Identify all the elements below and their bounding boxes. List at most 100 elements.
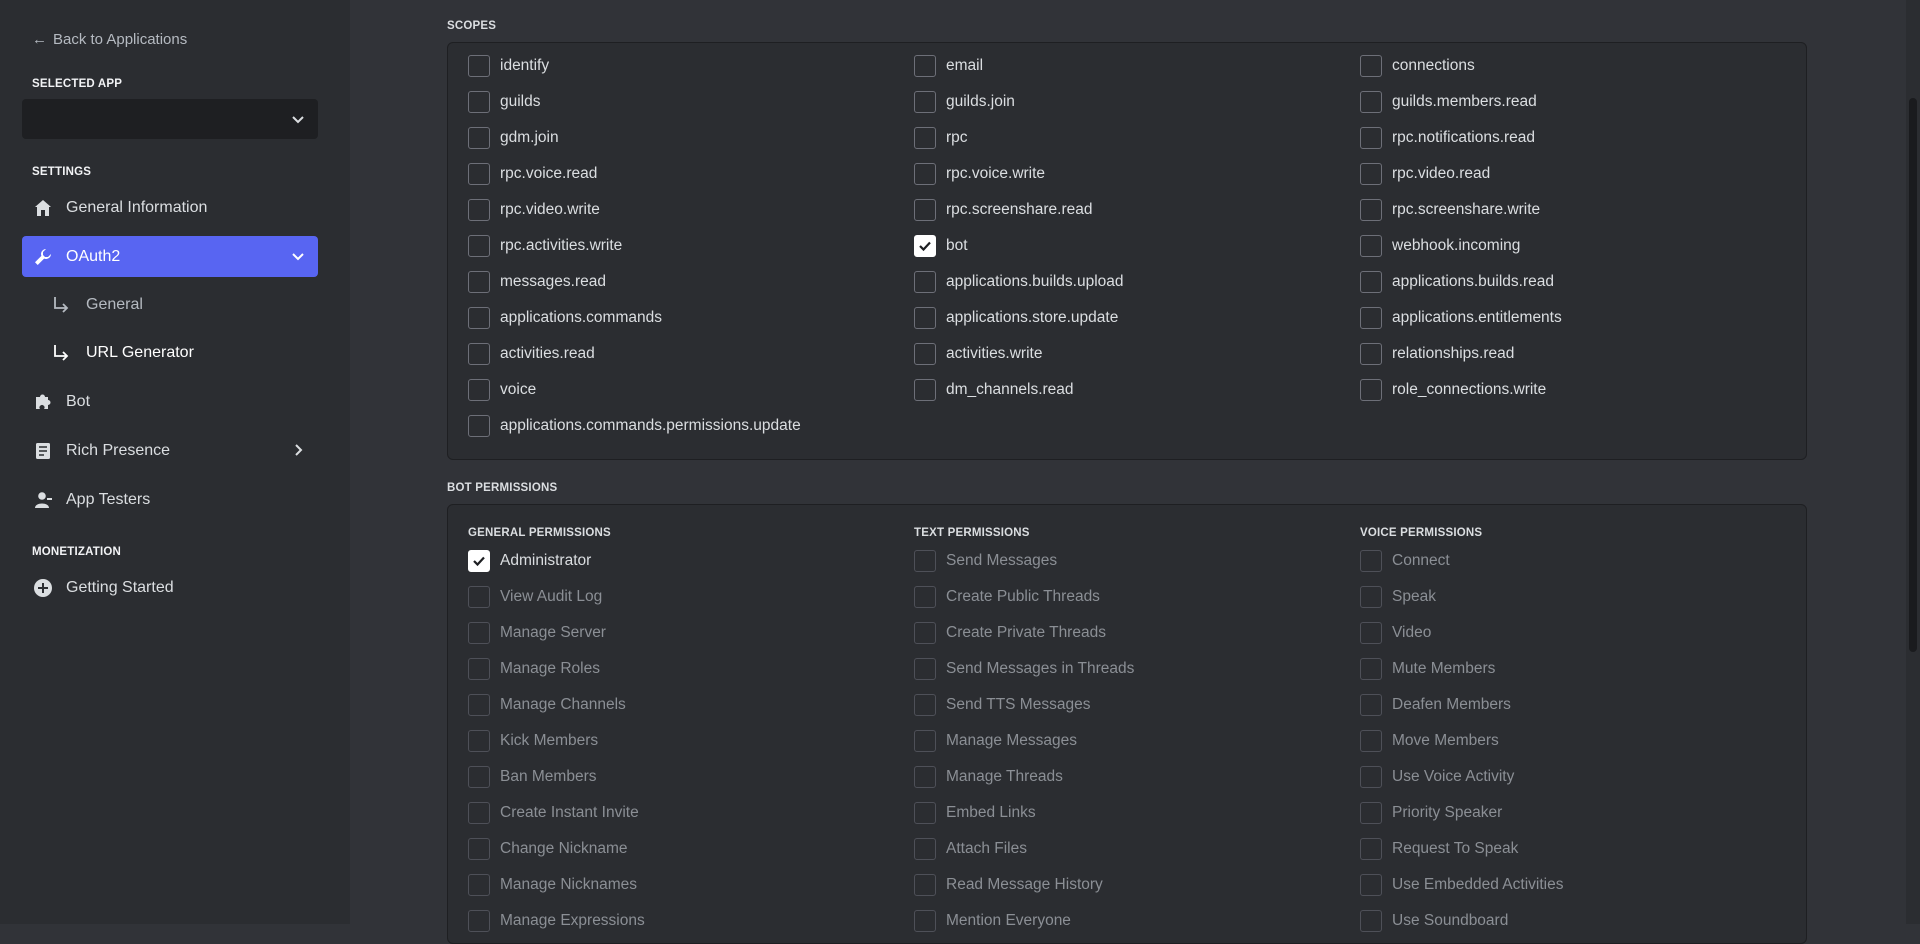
checkbox-unchecked[interactable] bbox=[468, 586, 490, 608]
checkbox-option[interactable]: rpc.activities.write bbox=[468, 234, 622, 258]
checkbox-option[interactable]: Deafen Members bbox=[1360, 693, 1511, 717]
checkbox-option[interactable]: Manage Expressions bbox=[468, 909, 645, 933]
checkbox-unchecked[interactable] bbox=[468, 694, 490, 716]
checkbox-option[interactable]: Request To Speak bbox=[1360, 837, 1518, 861]
checkbox-unchecked[interactable] bbox=[468, 802, 490, 824]
checkbox-unchecked[interactable] bbox=[1360, 838, 1382, 860]
nav-app-testers[interactable]: App Testers bbox=[22, 479, 318, 520]
checkbox-option[interactable]: Send Messages bbox=[914, 549, 1057, 573]
checkbox-option[interactable]: Create Instant Invite bbox=[468, 801, 639, 825]
checkbox-option[interactable]: Manage Nicknames bbox=[468, 873, 637, 897]
checkbox-option[interactable]: Manage Channels bbox=[468, 693, 626, 717]
checkbox-option[interactable]: rpc bbox=[914, 126, 968, 150]
scrollbar-thumb[interactable] bbox=[1909, 98, 1917, 652]
scrollbar-track[interactable] bbox=[1906, 0, 1920, 924]
checkbox-option[interactable]: applications.entitlements bbox=[1360, 306, 1562, 330]
nav-getting-started[interactable]: Getting Started bbox=[22, 567, 318, 608]
nav-oauth2-general[interactable]: General bbox=[52, 287, 318, 323]
checkbox-unchecked[interactable] bbox=[914, 838, 936, 860]
checkbox-option[interactable]: rpc.video.read bbox=[1360, 162, 1490, 186]
checkbox-option[interactable]: rpc.voice.write bbox=[914, 162, 1045, 186]
checkbox-option[interactable]: Ban Members bbox=[468, 765, 596, 789]
checkbox-option[interactable]: role_connections.write bbox=[1360, 378, 1546, 402]
checkbox-unchecked[interactable] bbox=[914, 379, 936, 401]
checkbox-unchecked[interactable] bbox=[914, 766, 936, 788]
checkbox-unchecked[interactable] bbox=[1360, 766, 1382, 788]
checkbox-unchecked[interactable] bbox=[468, 343, 490, 365]
checkbox-unchecked[interactable] bbox=[1360, 199, 1382, 221]
checkbox-unchecked[interactable] bbox=[468, 730, 490, 752]
selected-app-dropdown[interactable] bbox=[22, 99, 318, 139]
nav-bot[interactable]: Bot bbox=[22, 381, 318, 422]
checkbox-unchecked[interactable] bbox=[1360, 622, 1382, 644]
checkbox-unchecked[interactable] bbox=[914, 91, 936, 113]
checkbox-option[interactable]: Video bbox=[1360, 621, 1431, 645]
checkbox-option[interactable]: Priority Speaker bbox=[1360, 801, 1502, 825]
checkbox-option[interactable]: Create Public Threads bbox=[914, 585, 1100, 609]
checkbox-option[interactable]: applications.store.update bbox=[914, 306, 1118, 330]
checkbox-option[interactable]: Manage Messages bbox=[914, 729, 1077, 753]
checkbox-unchecked[interactable] bbox=[914, 874, 936, 896]
checkbox-option[interactable]: Attach Files bbox=[914, 837, 1027, 861]
checkbox-option[interactable]: guilds bbox=[468, 90, 541, 114]
nav-oauth2-url-generator[interactable]: URL Generator bbox=[52, 335, 318, 371]
checkbox-option[interactable]: Create Private Threads bbox=[914, 621, 1106, 645]
checkbox-option[interactable]: rpc.screenshare.write bbox=[1360, 198, 1540, 222]
checkbox-unchecked[interactable] bbox=[914, 694, 936, 716]
checkbox-unchecked[interactable] bbox=[914, 307, 936, 329]
checkbox-unchecked[interactable] bbox=[914, 586, 936, 608]
checkbox-unchecked[interactable] bbox=[468, 55, 490, 77]
checkbox-unchecked[interactable] bbox=[468, 910, 490, 932]
checkbox-unchecked[interactable] bbox=[468, 127, 490, 149]
checkbox-unchecked[interactable] bbox=[468, 658, 490, 680]
checkbox-unchecked[interactable] bbox=[914, 127, 936, 149]
checkbox-option[interactable]: applications.builds.upload bbox=[914, 270, 1124, 294]
checkbox-option[interactable]: Manage Threads bbox=[914, 765, 1063, 789]
checkbox-option[interactable]: connections bbox=[1360, 54, 1475, 78]
checkbox-unchecked[interactable] bbox=[468, 199, 490, 221]
checkbox-option[interactable]: Connect bbox=[1360, 549, 1450, 573]
checkbox-checked[interactable] bbox=[468, 550, 490, 572]
checkbox-option[interactable]: Send Messages in Threads bbox=[914, 657, 1134, 681]
nav-oauth2[interactable]: OAuth2 bbox=[22, 236, 318, 277]
checkbox-unchecked[interactable] bbox=[914, 163, 936, 185]
checkbox-option[interactable]: Mention Everyone bbox=[914, 909, 1071, 933]
checkbox-unchecked[interactable] bbox=[1360, 694, 1382, 716]
checkbox-unchecked[interactable] bbox=[1360, 802, 1382, 824]
checkbox-option[interactable]: Read Message History bbox=[914, 873, 1103, 897]
checkbox-unchecked[interactable] bbox=[1360, 379, 1382, 401]
checkbox-option[interactable]: Use Soundboard bbox=[1360, 909, 1508, 933]
checkbox-option[interactable]: Administrator bbox=[468, 549, 591, 573]
checkbox-unchecked[interactable] bbox=[468, 235, 490, 257]
checkbox-unchecked[interactable] bbox=[468, 379, 490, 401]
checkbox-unchecked[interactable] bbox=[1360, 307, 1382, 329]
checkbox-unchecked[interactable] bbox=[1360, 55, 1382, 77]
checkbox-unchecked[interactable] bbox=[468, 838, 490, 860]
checkbox-unchecked[interactable] bbox=[1360, 874, 1382, 896]
checkbox-option[interactable]: voice bbox=[468, 378, 536, 402]
checkbox-option[interactable]: Mute Members bbox=[1360, 657, 1495, 681]
checkbox-unchecked[interactable] bbox=[468, 271, 490, 293]
checkbox-unchecked[interactable] bbox=[468, 415, 490, 437]
checkbox-unchecked[interactable] bbox=[1360, 550, 1382, 572]
checkbox-option[interactable]: gdm.join bbox=[468, 126, 559, 150]
checkbox-option[interactable]: messages.read bbox=[468, 270, 606, 294]
checkbox-option[interactable]: rpc.notifications.read bbox=[1360, 126, 1535, 150]
checkbox-unchecked[interactable] bbox=[914, 802, 936, 824]
checkbox-unchecked[interactable] bbox=[468, 766, 490, 788]
checkbox-option[interactable]: bot bbox=[914, 234, 968, 258]
checkbox-unchecked[interactable] bbox=[1360, 658, 1382, 680]
checkbox-option[interactable]: Manage Server bbox=[468, 621, 606, 645]
checkbox-option[interactable]: Use Voice Activity bbox=[1360, 765, 1514, 789]
checkbox-checked[interactable] bbox=[914, 235, 936, 257]
checkbox-unchecked[interactable] bbox=[1360, 730, 1382, 752]
checkbox-unchecked[interactable] bbox=[468, 874, 490, 896]
checkbox-option[interactable]: rpc.video.write bbox=[468, 198, 600, 222]
checkbox-unchecked[interactable] bbox=[914, 55, 936, 77]
checkbox-unchecked[interactable] bbox=[1360, 127, 1382, 149]
checkbox-unchecked[interactable] bbox=[468, 163, 490, 185]
checkbox-unchecked[interactable] bbox=[914, 271, 936, 293]
checkbox-unchecked[interactable] bbox=[468, 307, 490, 329]
checkbox-option[interactable]: applications.commands bbox=[468, 306, 662, 330]
checkbox-option[interactable]: Embed Links bbox=[914, 801, 1036, 825]
